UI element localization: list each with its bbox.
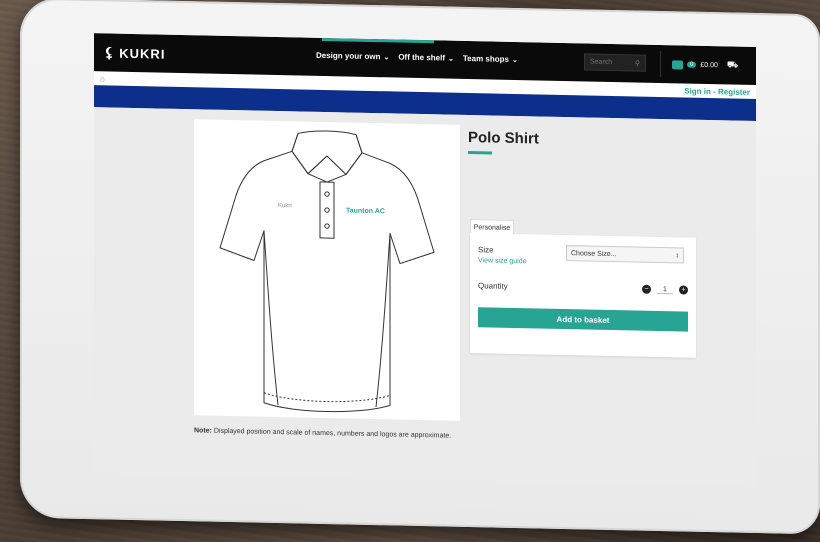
disclaimer-note: Note: Displayed position and scale of na… [194,427,452,440]
purchase-panel: Size View size guide Choose Size... ↕ Qu… [470,233,696,358]
product-content: Kukri Taunton AC Note: Displayed positio… [94,107,756,488]
plus-icon[interactable]: + [679,285,688,295]
kukri-logo[interactable]: ⚸ KUKRI [104,44,165,62]
screen: ⚸ KUKRI Design your own ⌄ Off the shelf ⌄ … [94,33,756,488]
header-divider [660,51,661,78]
product-image: Kukri Taunton AC [194,119,460,421]
quantity-input[interactable]: 1 [657,285,673,294]
select-arrows-icon: ↕ [675,251,680,259]
product-title: Polo Shirt [468,129,539,148]
nav-off-the-shelf[interactable]: Off the shelf ⌄ [398,53,454,63]
tablet-frame: ⚸ KUKRI Design your own ⌄ Off the shelf ⌄ … [20,0,820,535]
chevron-down-icon: ⌄ [383,53,390,61]
nav-design-your-own[interactable]: Design your own ⌄ [316,51,389,62]
add-to-basket-button[interactable]: Add to basket [478,307,688,332]
size-guide-link[interactable]: View size guide [478,257,527,265]
search-box[interactable]: ⚲ [584,53,646,72]
minus-icon[interactable]: − [642,284,651,294]
basket-summary[interactable]: 0 £0.00 ⛟ [672,58,738,71]
shirt-brand-print: Kukri [278,203,292,209]
quantity-stepper: − 1 + [642,284,688,295]
nav-accent-line [322,37,434,44]
basket-total: £0.00 [700,61,718,69]
basket-count-badge: 0 [687,61,697,68]
polo-shirt-illustration: Kukri Taunton AC [219,130,435,413]
basket-icon [672,59,683,70]
chevron-down-icon: ⌄ [511,56,518,64]
quantity-label: Quantity [478,281,508,291]
home-icon[interactable]: ⌂ [100,74,105,83]
delivery-truck-icon[interactable]: ⛟ [727,59,738,71]
kukri-mark-icon: ⚸ [104,43,116,61]
nav-team-shops[interactable]: Team shops ⌄ [463,54,518,64]
size-select[interactable]: Choose Size... ↕ [566,245,684,264]
size-label: Size [478,245,494,255]
search-input[interactable] [590,58,630,67]
sign-in-register-link[interactable]: Sign in - Register [684,86,750,96]
shirt-team-logo: Taunton AC [346,207,385,215]
search-icon[interactable]: ⚲ [635,59,640,67]
title-underline [468,151,492,155]
chevron-down-icon: ⌄ [448,55,454,63]
main-nav: Design your own ⌄ Off the shelf ⌄ Team sho… [316,51,518,64]
logo-text: KUKRI [119,45,166,62]
